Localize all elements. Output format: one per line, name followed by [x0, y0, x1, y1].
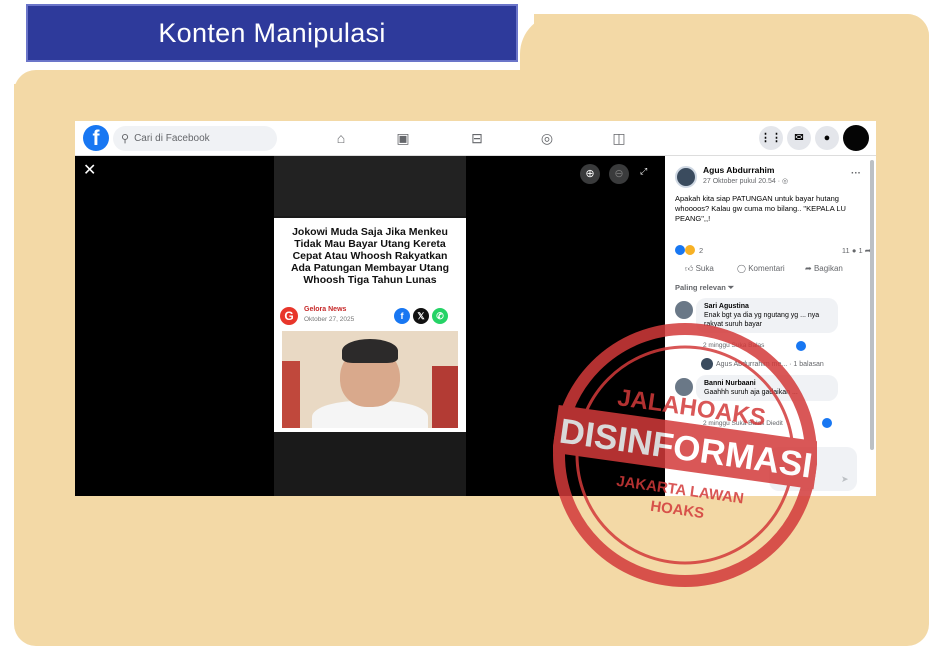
article-photo [282, 331, 458, 428]
comment-button[interactable]: ◯ Komentari [737, 264, 785, 273]
groups-icon[interactable]: ◎ [537, 128, 557, 148]
post-text: Apakah kita siap PATUNGAN untuk bayar hu… [675, 194, 846, 223]
marketplace-icon[interactable]: ⊟ [467, 128, 487, 148]
reaction-icons [675, 245, 696, 256]
thumbs-up-icon: 👍︎ [685, 264, 696, 273]
scrollbar[interactable] [870, 160, 874, 450]
facebook-logo-icon[interactable]: f [83, 125, 109, 151]
profile-avatar[interactable] [843, 125, 869, 151]
commenter-avatar[interactable] [675, 301, 693, 319]
source-date: Oktober 27, 2025 [304, 316, 355, 323]
photo-hair [342, 339, 398, 363]
comment-bubble-icon: ◯ [737, 264, 749, 273]
comment-like-reaction-icon [822, 418, 832, 428]
stamp-bottom-text-2: HOAKS [649, 498, 705, 522]
comment-label: Komentari [748, 264, 785, 273]
haha-reaction-icon [685, 245, 696, 256]
notifications-icon[interactable]: ● [815, 126, 839, 150]
photo-bystander-right [432, 366, 458, 428]
comment-share-counts[interactable]: 11 ● 1 ➦ [842, 246, 871, 255]
share-button[interactable]: ➦ Bagikan [805, 264, 843, 273]
share-count: 1 [858, 246, 863, 255]
search-input[interactable]: ⚲ Cari di Facebook [113, 126, 277, 151]
disinformasi-stamp: JALAHOAKS DISINFORMASI JAKARTA LAWAN HOA… [553, 323, 817, 587]
category-banner: Konten Manipulasi [26, 4, 518, 62]
comment-count: 11 [841, 246, 850, 255]
article-headline: Jokowi Muda Saja Jika Menkeu Tidak Mau B… [290, 226, 450, 286]
zoom-out-icon[interactable]: ⊖ [609, 164, 629, 184]
card-tab [520, 14, 929, 110]
whatsapp-share-icon: ✆ [432, 308, 448, 324]
menu-grid-icon[interactable]: ⋮⋮ [759, 126, 783, 150]
infographic: Konten Manipulasi f ⚲ Cari di Facebook ⌂… [0, 0, 935, 650]
zoom-in-icon[interactable]: ⊕ [580, 164, 600, 184]
share-label: Bagikan [813, 264, 843, 273]
article-card: Jokowi Muda Saja Jika Menkeu Tidak Mau B… [274, 218, 466, 432]
reaction-count[interactable]: 2 [699, 246, 703, 255]
author-name[interactable]: Agus Abdurrahim [703, 165, 774, 175]
send-icon[interactable]: ➤ [841, 474, 849, 485]
gaming-icon[interactable]: ◫ [609, 128, 629, 148]
comment-sort-dropdown[interactable]: Paling relevan ⏷ [675, 283, 734, 293]
search-icon: ⚲ [121, 133, 130, 145]
stamp-main-text: DISINFORMASI [557, 412, 815, 486]
video-icon[interactable]: ▣ [393, 128, 413, 148]
gelora-logo-icon: G [280, 307, 298, 325]
facebook-share-icon: f [394, 308, 410, 324]
close-icon[interactable]: ✕ [83, 160, 96, 180]
like-label: Suka [695, 264, 714, 273]
source-name: Gelora News [304, 306, 347, 313]
category-title: Konten Manipulasi [158, 17, 386, 48]
search-placeholder: Cari di Facebook [134, 133, 210, 144]
share-arrow-icon: ➦ [805, 264, 814, 273]
like-reaction-icon [675, 245, 685, 256]
home-icon[interactable]: ⌂ [331, 128, 351, 148]
article-source: G Gelora News Oktober 27, 2025 f 𝕏 ✆ [280, 305, 460, 327]
expand-icon[interactable]: ⤢ [640, 166, 647, 177]
reaction-summary: 2 11 ● 1 ➦ [675, 245, 871, 257]
post-timestamp[interactable]: 27 Oktober pukul 20.54 · ◎ [703, 177, 788, 185]
author-avatar[interactable] [675, 166, 697, 188]
photo-bystander-left [282, 361, 300, 428]
image-top-shade [274, 156, 466, 216]
messenger-icon[interactable]: ✉ [787, 126, 811, 150]
more-options-icon[interactable]: ··· [851, 168, 861, 179]
like-button[interactable]: 👍︎ Suka [685, 264, 714, 274]
post-actions: 👍︎ Suka ◯ Komentari ➦ Bagikan [675, 264, 871, 278]
facebook-top-bar: f ⚲ Cari di Facebook ⌂ ▣ ⊟ ◎ ◫ ⋮⋮ ✉ ● [75, 121, 876, 156]
commenter-name[interactable]: Sari Agustina [704, 302, 830, 311]
x-share-icon: 𝕏 [413, 308, 429, 324]
